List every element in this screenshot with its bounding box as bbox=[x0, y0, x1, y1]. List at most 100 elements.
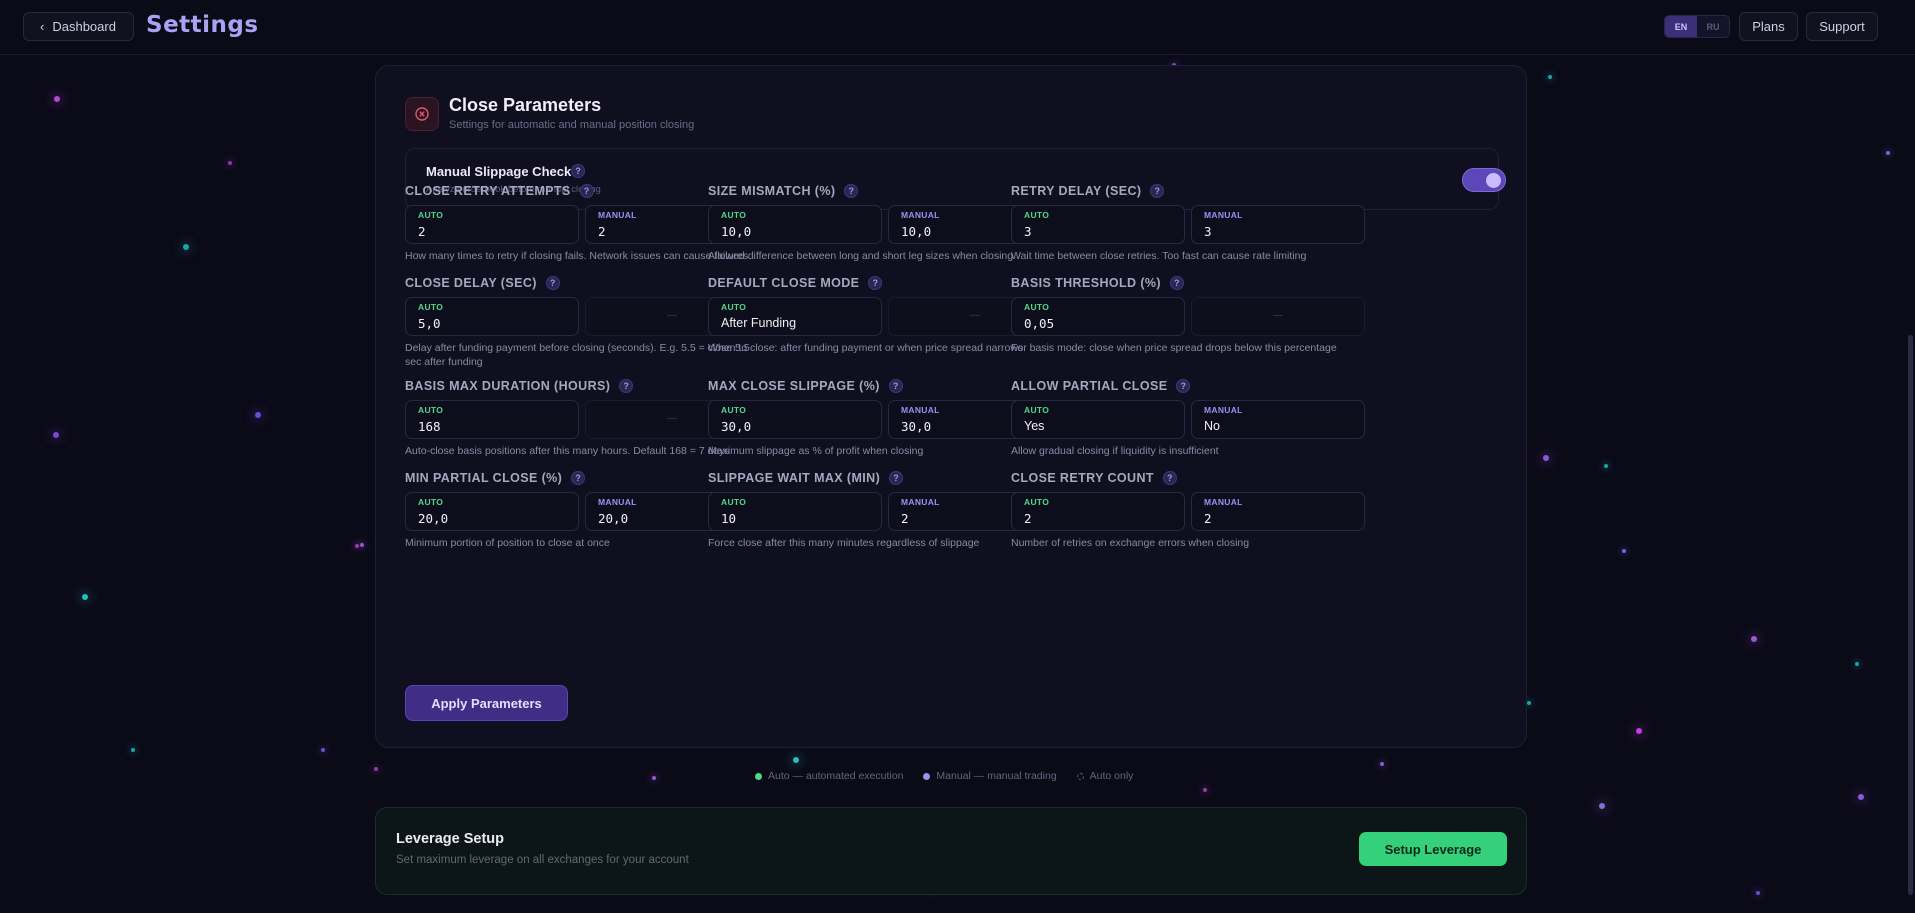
param-label: RETRY DELAY (SEC)? bbox=[1011, 184, 1365, 198]
param-label: MAX CLOSE SLIPPAGE (%)? bbox=[708, 379, 1062, 393]
star-dot bbox=[1380, 762, 1384, 766]
star-dot bbox=[1636, 728, 1642, 734]
auto-input[interactable]: AUTO After Funding bbox=[708, 297, 882, 336]
auto-input[interactable]: AUTO 30,0 bbox=[708, 400, 882, 439]
auto-input[interactable]: AUTO 2 bbox=[405, 205, 579, 244]
lang-ru-button[interactable]: RU bbox=[1697, 16, 1729, 37]
legend-auto-only: Auto only bbox=[1076, 770, 1133, 782]
support-button[interactable]: Support bbox=[1806, 12, 1878, 41]
language-switcher: EN RU bbox=[1664, 15, 1730, 38]
param-inputs: AUTO After Funding — bbox=[708, 297, 1062, 336]
auto-value: Yes bbox=[1024, 419, 1045, 433]
help-icon[interactable]: ? bbox=[619, 379, 634, 393]
star-dot bbox=[1858, 794, 1864, 800]
auto-value: 10 bbox=[721, 511, 737, 526]
plans-button[interactable]: Plans bbox=[1739, 12, 1798, 41]
auto-tag: AUTO bbox=[721, 302, 747, 312]
param-field: BASIS MAX DURATION (HOURS)? AUTO 168— Auto-… bbox=[405, 379, 759, 457]
help-icon[interactable]: ? bbox=[579, 184, 594, 198]
manual-input[interactable]: MANUAL No bbox=[1191, 400, 1365, 439]
auto-tag: AUTO bbox=[721, 405, 747, 415]
auto-input[interactable]: AUTO 168 bbox=[405, 400, 579, 439]
help-icon[interactable]: ? bbox=[1150, 184, 1165, 198]
manual-input[interactable]: MANUAL 3 bbox=[1191, 205, 1365, 244]
manual-tag: MANUAL bbox=[901, 405, 940, 415]
star-dot bbox=[1203, 788, 1207, 792]
param-field: ALLOW PARTIAL CLOSE? AUTO Yes MANUAL No Allow… bbox=[1011, 379, 1365, 457]
help-icon[interactable]: ? bbox=[1176, 379, 1191, 393]
help-icon[interactable]: ? bbox=[868, 276, 883, 290]
auto-value: After Funding bbox=[721, 316, 797, 330]
apply-parameters-button[interactable]: Apply Parameters bbox=[405, 685, 568, 721]
param-field: CLOSE DELAY (SEC)? AUTO 5,0— Delay after fu… bbox=[405, 276, 759, 368]
auto-input[interactable]: AUTO 2 bbox=[1011, 492, 1185, 531]
param-inputs: AUTO 10,0 MANUAL 10,0 bbox=[708, 205, 1062, 244]
param-label-text: BASIS MAX DURATION (HOURS) bbox=[405, 379, 611, 393]
param-inputs: AUTO 30,0 MANUAL 30,0 bbox=[708, 400, 1062, 439]
param-label: CLOSE RETRY ATTEMPTS? bbox=[405, 184, 759, 198]
auto-value: 3 bbox=[1024, 224, 1032, 239]
star-dot bbox=[1622, 549, 1626, 553]
lang-en-button[interactable]: EN bbox=[1665, 16, 1697, 37]
auto-input[interactable]: AUTO 10 bbox=[708, 492, 882, 531]
param-label: MIN PARTIAL CLOSE (%)? bbox=[405, 471, 759, 485]
setup-leverage-button[interactable]: Setup Leverage bbox=[1359, 832, 1507, 866]
manual-tag: MANUAL bbox=[1204, 210, 1243, 220]
auto-tag: AUTO bbox=[1024, 302, 1050, 312]
manual-tag: MANUAL bbox=[901, 210, 940, 220]
auto-tag: AUTO bbox=[418, 497, 444, 507]
help-icon[interactable]: ? bbox=[888, 379, 903, 393]
star-dot bbox=[374, 767, 378, 771]
back-button-label: Dashboard bbox=[52, 19, 116, 34]
scrollbar[interactable] bbox=[1908, 335, 1913, 895]
auto-tag: AUTO bbox=[1024, 497, 1050, 507]
legend-manual: Manual — manual trading bbox=[923, 770, 1057, 782]
help-icon[interactable]: ? bbox=[545, 276, 560, 290]
param-label: BASIS THRESHOLD (%)? bbox=[1011, 276, 1365, 290]
manual-slippage-check-row: Manual Slippage Check ? Analyze orderboo… bbox=[405, 148, 1506, 210]
auto-tag: AUTO bbox=[721, 497, 747, 507]
star-dot bbox=[1604, 464, 1608, 468]
star-dot bbox=[1548, 75, 1552, 79]
auto-input[interactable]: AUTO 3 bbox=[1011, 205, 1185, 244]
manual-slippage-check-toggle[interactable] bbox=[1462, 168, 1506, 192]
manual-tag: MANUAL bbox=[598, 497, 637, 507]
legend-manual-label: Manual — manual trading bbox=[936, 770, 1057, 782]
param-label-text: DEFAULT CLOSE MODE bbox=[708, 276, 860, 290]
star-dot bbox=[82, 594, 88, 600]
auto-tag: AUTO bbox=[418, 405, 444, 415]
param-label-text: ALLOW PARTIAL CLOSE bbox=[1011, 379, 1168, 393]
star-dot bbox=[228, 161, 232, 165]
auto-input[interactable]: AUTO 5,0 bbox=[405, 297, 579, 336]
star-dot bbox=[54, 96, 60, 102]
param-description: Number of retries on exchange errors whe… bbox=[1011, 537, 1250, 549]
auto-only-dot-icon bbox=[1076, 772, 1084, 780]
param-label: ALLOW PARTIAL CLOSE? bbox=[1011, 379, 1365, 393]
help-icon[interactable]: ? bbox=[1162, 471, 1177, 485]
help-icon[interactable]: ? bbox=[571, 164, 585, 178]
help-icon[interactable]: ? bbox=[571, 471, 586, 485]
param-label-text: SIZE MISMATCH (%) bbox=[708, 184, 836, 198]
star-dot bbox=[1886, 151, 1890, 155]
manual-tag: MANUAL bbox=[598, 210, 637, 220]
auto-tag: AUTO bbox=[1024, 405, 1050, 415]
param-inputs: AUTO 3 MANUAL 3 bbox=[1011, 205, 1365, 244]
param-label-text: CLOSE DELAY (SEC) bbox=[405, 276, 537, 290]
star-dot bbox=[355, 544, 359, 548]
auto-input[interactable]: AUTO 10,0 bbox=[708, 205, 882, 244]
back-to-dashboard-button[interactable]: ‹ Dashboard bbox=[23, 12, 134, 41]
help-icon[interactable]: ? bbox=[889, 471, 904, 485]
param-inputs: AUTO Yes MANUAL No bbox=[1011, 400, 1365, 439]
auto-input[interactable]: AUTO 20,0 bbox=[405, 492, 579, 531]
star-dot bbox=[183, 244, 189, 250]
auto-input[interactable]: AUTO Yes bbox=[1011, 400, 1185, 439]
param-field: RETRY DELAY (SEC)? AUTO 3 MANUAL 3 Wait time … bbox=[1011, 184, 1365, 262]
auto-input[interactable]: AUTO 0,05 bbox=[1011, 297, 1185, 336]
help-icon[interactable]: ? bbox=[1169, 276, 1184, 290]
star-dot bbox=[1527, 701, 1531, 705]
help-icon[interactable]: ? bbox=[844, 184, 859, 198]
manual-input[interactable]: MANUAL 2 bbox=[1191, 492, 1365, 531]
star-dot bbox=[1756, 891, 1760, 895]
auto-value: 0,05 bbox=[1024, 316, 1055, 331]
param-label: DEFAULT CLOSE MODE? bbox=[708, 276, 1062, 290]
